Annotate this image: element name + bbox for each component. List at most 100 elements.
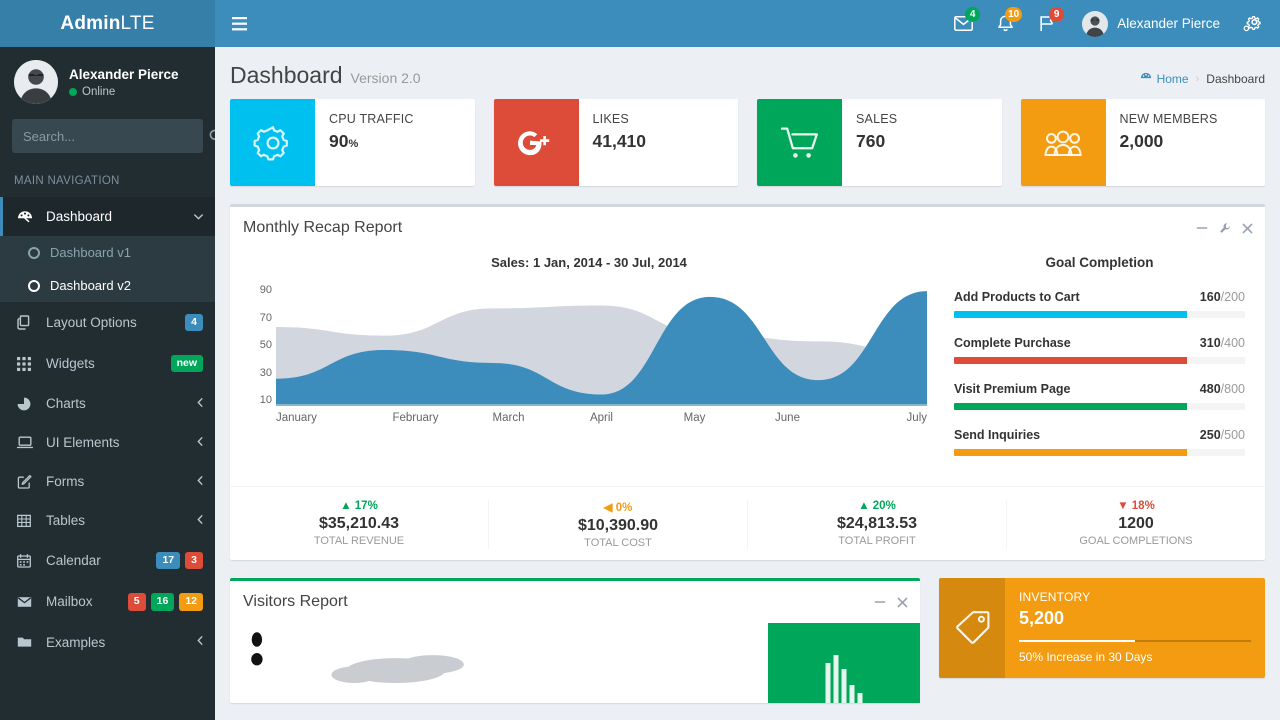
stat-value: $10,390.90: [489, 517, 747, 535]
stat-total-revenue: ▲ 17% $35,210.43 TOTAL REVENUE: [230, 500, 489, 549]
goal-progress-track: [954, 449, 1245, 456]
sidebar-item-calendar[interactable]: Calendar 17 3: [0, 540, 215, 581]
chevron-left-icon: [197, 476, 203, 488]
sidebar-item-dashboard-v1[interactable]: Dashboard v1: [0, 236, 215, 269]
goal-progress-bar: [954, 449, 1187, 456]
close-icon[interactable]: [897, 597, 908, 608]
tasks-menu-button[interactable]: 9: [1026, 0, 1068, 47]
search-button[interactable]: [209, 120, 215, 152]
x-tick: April: [555, 412, 648, 424]
stat-delta: ▲ 20%: [748, 500, 1006, 512]
sidebar-item-examples[interactable]: Examples: [0, 623, 215, 662]
sidebar-item-badges: 5 16 12: [128, 593, 203, 610]
sidebar-item-dashboard[interactable]: Dashboard Dashboard v1 Dashboard v2: [0, 197, 215, 302]
info-box-icon-wrap: [230, 99, 315, 186]
sidebar-menu: Dashboard Dashboard v1 Dashboard v2: [0, 197, 215, 662]
info-box-number: 90%: [329, 131, 414, 152]
tasks-badge: 9: [1049, 7, 1064, 22]
stat-label: TOTAL COST: [489, 537, 747, 549]
navbar-avatar: [1082, 11, 1108, 37]
goal-progress-bar: [954, 403, 1187, 410]
badge: 4: [185, 314, 203, 331]
world-map[interactable]: [230, 623, 768, 703]
laptop-icon: [17, 436, 36, 449]
sidebar-item-label: Tables: [46, 513, 187, 528]
sidebar-search: [0, 117, 215, 165]
box-title: Monthly Recap Report: [243, 219, 402, 237]
goal-item: Add Products to Cart 160/200: [954, 290, 1245, 318]
brand-logo[interactable]: AdminLTE: [0, 0, 215, 47]
inventory-icon-wrap: [939, 578, 1005, 678]
search-input[interactable]: [13, 129, 209, 144]
chevron-left-icon: [197, 636, 203, 648]
stat-total-cost: ◀ 0% $10,390.90 TOTAL COST: [489, 500, 748, 549]
bottom-row: Visitors Report: [230, 560, 1265, 703]
notifications-badge: 10: [1005, 7, 1022, 22]
sidebar-item-mailbox[interactable]: Mailbox 5 16 12: [0, 581, 215, 622]
info-box-number: 2,000: [1120, 131, 1218, 152]
y-tick: 50: [260, 339, 272, 351]
sidebar-item-dashboard-v2[interactable]: Dashboard v2: [0, 269, 215, 302]
inventory-content: INVENTORY 5,200 50% Increase in 30 Days: [1005, 578, 1265, 678]
info-box-row: CPU TRAFFIC 90% LIKES: [230, 99, 1265, 186]
chart-canvas[interactable]: [276, 284, 927, 406]
brand-light: LTE: [121, 13, 155, 35]
goal-value: 480: [1200, 382, 1221, 396]
goal-progress-track: [954, 357, 1245, 364]
circle-o-icon: [28, 247, 40, 259]
collapse-icon[interactable]: [874, 596, 886, 608]
sidebar-item-tables[interactable]: Tables: [0, 501, 215, 540]
google-plus-icon: [513, 126, 559, 160]
info-box-sales[interactable]: SALES 760: [757, 99, 1002, 186]
mini-bar-chart: [826, 655, 863, 703]
sidebar-toggle-button[interactable]: [215, 0, 263, 47]
close-icon[interactable]: [1242, 223, 1253, 234]
sidebar-item-label: Examples: [46, 635, 187, 650]
table-icon: [17, 514, 36, 528]
sidebar-item-widgets[interactable]: Widgets new: [0, 343, 215, 384]
box-tools: [1196, 222, 1253, 234]
sidebar-item-label: Calendar: [46, 553, 146, 568]
breadcrumb-home[interactable]: Home: [1140, 72, 1189, 86]
sidebar-item-charts[interactable]: Charts: [0, 384, 215, 423]
goal-completion-title: Goal Completion: [954, 255, 1245, 270]
info-box-new-members[interactable]: NEW MEMBERS 2,000: [1021, 99, 1266, 186]
notifications-menu-button[interactable]: 10: [984, 0, 1026, 47]
control-sidebar-button[interactable]: [1232, 15, 1272, 32]
sidebar-item-label: UI Elements: [46, 435, 187, 450]
sidebar-subitem-label: Dashboard v2: [50, 278, 131, 293]
badge: 12: [179, 593, 203, 610]
inventory-widget[interactable]: INVENTORY 5,200 50% Increase in 30 Days: [939, 578, 1265, 678]
x-tick: January: [276, 412, 369, 424]
collapse-icon[interactable]: [1196, 222, 1208, 234]
info-box-cpu-traffic[interactable]: CPU TRAFFIC 90%: [230, 99, 475, 186]
chart-plot-area: 90 70 50 30 10: [246, 284, 932, 406]
info-box-icon-wrap: [494, 99, 579, 186]
badge: new: [171, 355, 203, 372]
stat-delta-value: 17%: [355, 500, 378, 512]
sidebar-item-layout-options[interactable]: Layout Options 4: [0, 302, 215, 343]
info-box-content: SALES 760: [842, 99, 907, 186]
goal-progress-track: [954, 311, 1245, 318]
sidebar-item-badges: 17 3: [156, 552, 203, 569]
page-subtitle: Version 2.0: [351, 70, 421, 86]
files-icon: [17, 315, 36, 330]
sidebar-user-status: Online: [69, 86, 179, 98]
info-box-value: 2,000: [1120, 131, 1164, 151]
sidebar-item-label: Dashboard: [46, 209, 184, 224]
info-box-value: 90: [329, 131, 348, 151]
goal-progress-track: [954, 403, 1245, 410]
sales-chart: Sales: 1 Jan, 2014 - 30 Jul, 2014 90 70 …: [242, 249, 932, 474]
stat-label: GOAL COMPLETIONS: [1007, 535, 1265, 547]
goal-label: Send Inquiries: [954, 428, 1040, 442]
y-tick: 70: [260, 312, 272, 324]
wrench-icon[interactable]: [1219, 222, 1231, 234]
info-box-likes[interactable]: LIKES 41,410: [494, 99, 739, 186]
goal-value: 310: [1200, 336, 1221, 350]
sidebar-item-forms[interactable]: Forms: [0, 462, 215, 501]
sidebar-item-ui-elements[interactable]: UI Elements: [0, 423, 215, 462]
user-menu-button[interactable]: Alexander Pierce: [1068, 0, 1232, 47]
goal-numbers: 310/400: [1200, 336, 1245, 350]
messages-menu-button[interactable]: 4: [942, 0, 984, 47]
navbar-user-name: Alexander Pierce: [1117, 16, 1220, 31]
